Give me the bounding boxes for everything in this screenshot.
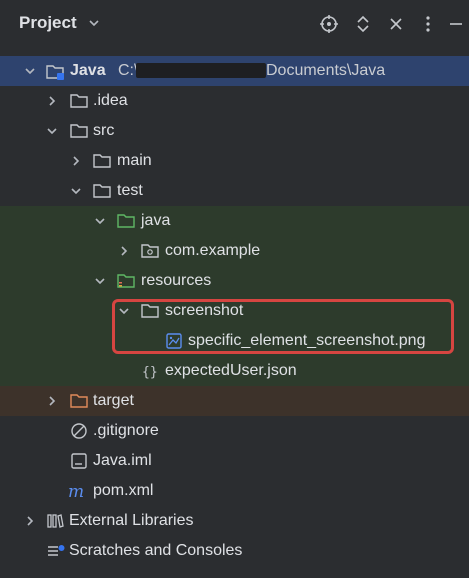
expand-collapse-icon[interactable] <box>353 14 373 34</box>
folder-icon <box>70 93 88 109</box>
chevron-right-icon[interactable] <box>46 95 58 107</box>
tree-node-resources[interactable]: resources <box>0 266 469 296</box>
tree-node-label: Java.iml <box>93 452 152 469</box>
folder-icon <box>93 153 111 169</box>
tree-node-idea[interactable]: .idea <box>0 86 469 116</box>
tree-node-label: .gitignore <box>93 422 159 439</box>
tree-node-target[interactable]: target <box>0 386 469 416</box>
tree-node-label: test <box>117 182 143 199</box>
tree-node-label: target <box>93 392 134 409</box>
chevron-down-icon[interactable] <box>94 215 106 227</box>
iml-file-icon <box>70 453 88 469</box>
chevron-right-icon[interactable] <box>70 155 82 167</box>
json-file-icon: {} <box>141 363 159 379</box>
tree-node-scratches[interactable]: Scratches and Consoles <box>0 536 469 566</box>
tree-node-external-libraries[interactable]: External Libraries <box>0 506 469 536</box>
folder-icon <box>70 123 88 139</box>
root-path-suffix: Documents\Java <box>266 62 386 79</box>
excluded-folder-icon <box>70 393 88 409</box>
scratches-icon <box>46 543 65 559</box>
close-icon[interactable] <box>386 14 406 34</box>
tree-node-pom[interactable]: m pom.xml <box>0 476 469 506</box>
chevron-right-icon[interactable] <box>118 245 130 257</box>
tool-window-title[interactable]: Project <box>19 13 77 33</box>
minimize-icon[interactable] <box>446 14 466 34</box>
annotation-highlight-box <box>112 299 454 354</box>
tree-node-test[interactable]: test <box>0 176 469 206</box>
chevron-down-icon[interactable] <box>24 65 36 77</box>
package-icon <box>141 243 159 259</box>
tree-node-src[interactable]: src <box>0 116 469 146</box>
tree-node-java-iml[interactable]: Java.iml <box>0 446 469 476</box>
tree-node-label: main <box>117 152 152 169</box>
chevron-right-icon[interactable] <box>24 515 36 527</box>
test-resources-folder-icon <box>117 273 135 289</box>
tree-node-label: Scratches and Consoles <box>69 542 243 559</box>
root-module-label: Java <box>70 62 106 79</box>
module-icon <box>46 63 64 80</box>
chevron-down-icon[interactable] <box>94 275 106 287</box>
tree-node-label: java <box>141 212 171 229</box>
tree-node-label: .idea <box>93 92 128 109</box>
tree-node-label: src <box>93 122 115 139</box>
project-tool-window: Project Java C:\ Documents\Java .idea sr… <box>0 0 469 578</box>
tree-node-main[interactable]: main <box>0 146 469 176</box>
tree-node-label: com.example <box>165 242 261 259</box>
chevron-down-icon[interactable] <box>46 125 58 137</box>
libraries-icon <box>46 513 64 529</box>
svg-text:{}: {} <box>142 365 158 379</box>
tree-node-gitignore[interactable]: .gitignore <box>0 416 469 446</box>
tree-node-com-example[interactable]: com.example <box>0 236 469 266</box>
tree-node-label: resources <box>141 272 212 289</box>
folder-icon <box>93 183 111 199</box>
more-icon[interactable] <box>418 14 438 34</box>
tree-node-label: pom.xml <box>93 482 154 499</box>
maven-icon: m <box>68 483 86 499</box>
tree-node-label: External Libraries <box>69 512 194 529</box>
tool-window-header: Project <box>0 0 469 50</box>
chevron-down-icon[interactable] <box>88 17 100 29</box>
chevron-down-icon[interactable] <box>70 185 82 197</box>
svg-text:m: m <box>68 483 84 499</box>
crosshair-icon[interactable] <box>319 14 339 34</box>
test-folder-icon <box>117 213 135 229</box>
chevron-right-icon[interactable] <box>46 395 58 407</box>
redacted-path-segment <box>136 63 266 78</box>
tree-node-test-java[interactable]: java <box>0 206 469 236</box>
gitignore-icon <box>70 423 88 439</box>
tree-node-label: expectedUser.json <box>165 362 297 379</box>
tree-node-expected-user[interactable]: {} expectedUser.json <box>0 356 469 386</box>
